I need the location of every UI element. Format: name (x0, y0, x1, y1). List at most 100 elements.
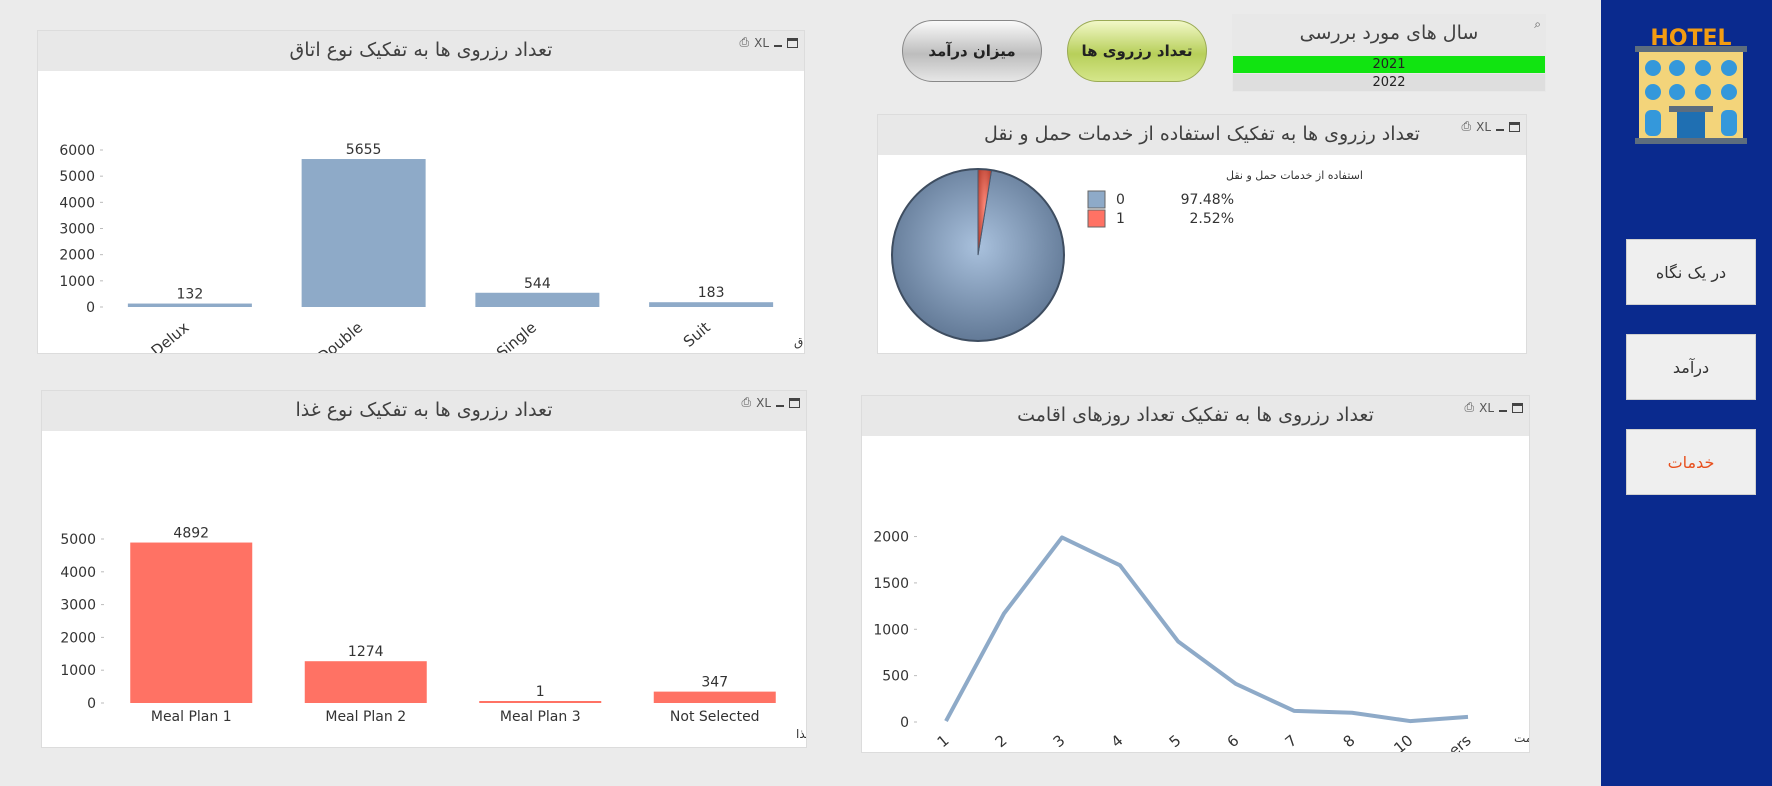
x-tick-label: Suit (680, 318, 714, 351)
data-label: 1 (536, 684, 545, 700)
reservations-button[interactable]: تعداد رزروی ها (1067, 20, 1207, 82)
minimize-icon[interactable] (774, 44, 782, 47)
room-panel-title: تعداد رزروی ها به تفکیک نوع اتاق (289, 39, 553, 61)
maximize-icon[interactable] (1509, 121, 1520, 132)
x-tick-label: 3 (1050, 731, 1069, 751)
y-tick-label: 1000 (60, 663, 96, 679)
x-tick-label: 4 (1108, 731, 1127, 751)
y-tick-label: 1000 (873, 622, 909, 638)
minimize-icon[interactable] (776, 404, 784, 407)
y-tick-label: 1500 (873, 576, 909, 592)
x-tick-label: 6 (1224, 731, 1243, 751)
legend-swatch (1087, 209, 1106, 228)
legend-value: 97.48% (1181, 192, 1234, 208)
x-tick-label: Meal Plan 1 (151, 709, 232, 725)
x-tick-label: Double (314, 318, 366, 353)
transport-panel-header: تعداد رزروی ها به تفکیک استفاده از خدمات… (878, 115, 1526, 155)
legend-title: استفاده از خدمات حمل و نقل (1226, 169, 1363, 182)
revenue-button[interactable]: میزان درآمد (902, 20, 1042, 82)
minimize-icon[interactable] (1496, 128, 1504, 131)
bar (479, 701, 602, 703)
x-tick-label: Meal Plan 2 (325, 709, 406, 725)
data-label: 347 (701, 675, 728, 691)
y-tick-label: 3000 (60, 598, 96, 614)
bar (304, 661, 427, 703)
x-tick-label: Others (1424, 731, 1474, 752)
nav-revenue[interactable]: درآمد (1626, 334, 1756, 400)
y-tick-label: 4000 (60, 565, 96, 581)
y-tick-label: 3000 (59, 222, 95, 238)
x-axis-label: نوع اتاق (794, 335, 804, 350)
x-tick-label: 7 (1282, 731, 1301, 751)
meal-panel-header: تعداد رزروی ها به تفکیک نوع غذا ⎙ XL (42, 391, 806, 431)
transport-chart: استفاده از خدمات حمل و نقل 0 97.48% 1 2.52% (891, 168, 1363, 342)
data-label: 5655 (346, 142, 382, 158)
year-2022[interactable]: 2022 (1233, 74, 1545, 91)
maximize-icon[interactable] (789, 397, 800, 408)
print-icon[interactable]: ⎙ (741, 395, 751, 410)
minimize-icon[interactable] (1499, 409, 1507, 412)
bar (475, 292, 600, 307)
bar (649, 302, 774, 307)
y-tick-label: 500 (882, 669, 909, 685)
hotel-logo-icon: HOTEL (1631, 26, 1751, 144)
x-tick-label: 10 (1390, 731, 1416, 752)
x-tick-label: Not Selected (670, 709, 760, 725)
bar (653, 691, 776, 703)
data-label: 132 (177, 287, 204, 303)
years-listbox: سال های مورد بررسی ⌕ 2021 2022 (1232, 14, 1546, 92)
print-icon[interactable]: ⎙ (1461, 119, 1471, 134)
room-panel-header: تعداد رزروی ها به تفکیک نوع اتاق ⎙ XL (38, 31, 804, 71)
transport-panel-title: تعداد رزروی ها به تفکیک استفاده از خدمات… (984, 123, 1420, 145)
data-label: 544 (524, 276, 551, 292)
year-2021[interactable]: 2021 (1233, 56, 1545, 73)
stay-chart: 0 500 1000 1500 2000 1 2 3 4 5 6 7 8 10 Others تعداد رو… (873, 530, 1613, 778)
nav-services[interactable]: خدمات (1626, 429, 1756, 495)
x-tick-label: Delux (148, 318, 193, 353)
search-icon[interactable]: ⌕ (1534, 17, 1541, 32)
x-tick-label: 5 (1166, 731, 1185, 751)
y-tick-label: 6000 (59, 143, 95, 159)
data-label: 1274 (348, 644, 384, 660)
xl-export-icon[interactable]: XL (754, 36, 769, 50)
maximize-icon[interactable] (787, 37, 798, 48)
data-label: 4892 (173, 526, 209, 542)
print-icon[interactable]: ⎙ (1464, 400, 1474, 415)
meal-panel: تعداد رزروی ها به تفکیک نوع غذا ⎙ XL 0 10… (41, 390, 832, 748)
years-title: سال های مورد بررسی (1299, 22, 1479, 44)
x-tick-label: 1 (934, 731, 953, 751)
series-line (944, 535, 1469, 724)
x-tick-label: 8 (1340, 731, 1359, 751)
data-label: 183 (698, 285, 725, 301)
stay-panel: تعداد رزروی ها به تفکیک تعداد روزهای اقا… (861, 395, 1613, 778)
y-tick-label: 0 (86, 300, 95, 316)
xl-export-icon[interactable]: XL (1476, 120, 1491, 134)
logo-text: HOTEL (1650, 28, 1731, 51)
x-tick-label: 2 (992, 731, 1011, 751)
meal-chart: 0 1000 2000 3000 4000 5000 4892 Meal Plan 1 1274… (60, 526, 832, 742)
legend-label: 0 (1116, 192, 1125, 208)
xl-export-icon[interactable]: XL (756, 396, 771, 410)
y-tick-label: 2000 (60, 630, 96, 646)
y-tick-label: 5000 (59, 169, 95, 185)
y-tick-label: 0 (87, 696, 96, 712)
transport-panel: تعداد رزروی ها به تفکیک استفاده از خدمات… (877, 114, 1527, 354)
x-axis-label: نوع غذا (796, 727, 806, 742)
print-icon[interactable]: ⎙ (739, 35, 749, 50)
bar (130, 542, 253, 703)
x-tick-label: Meal Plan 3 (500, 709, 581, 725)
stay-panel-header: تعداد رزروی ها به تفکیک تعداد روزهای اقا… (862, 396, 1529, 436)
stay-panel-title: تعداد رزروی ها به تفکیک تعداد روزهای اقا… (1017, 404, 1374, 426)
x-axis-label: تعداد روزهای اقامت (1514, 731, 1529, 746)
meal-panel-title: تعداد رزروی ها به تفکیک نوع غذا (295, 399, 553, 421)
maximize-icon[interactable] (1512, 402, 1523, 413)
legend-label: 1 (1116, 211, 1125, 227)
legend-value: 2.52% (1190, 211, 1234, 227)
room-chart: 0 1000 2000 3000 4000 5000 6000 132 Delux 5655 Dou… (59, 142, 834, 366)
y-tick-label: 0 (900, 715, 909, 731)
x-tick-label: Single (493, 318, 540, 353)
xl-export-icon[interactable]: XL (1479, 401, 1494, 415)
bar (301, 159, 426, 307)
nav-overview[interactable]: در یک نگاه (1626, 239, 1756, 305)
y-tick-label: 2000 (59, 248, 95, 264)
